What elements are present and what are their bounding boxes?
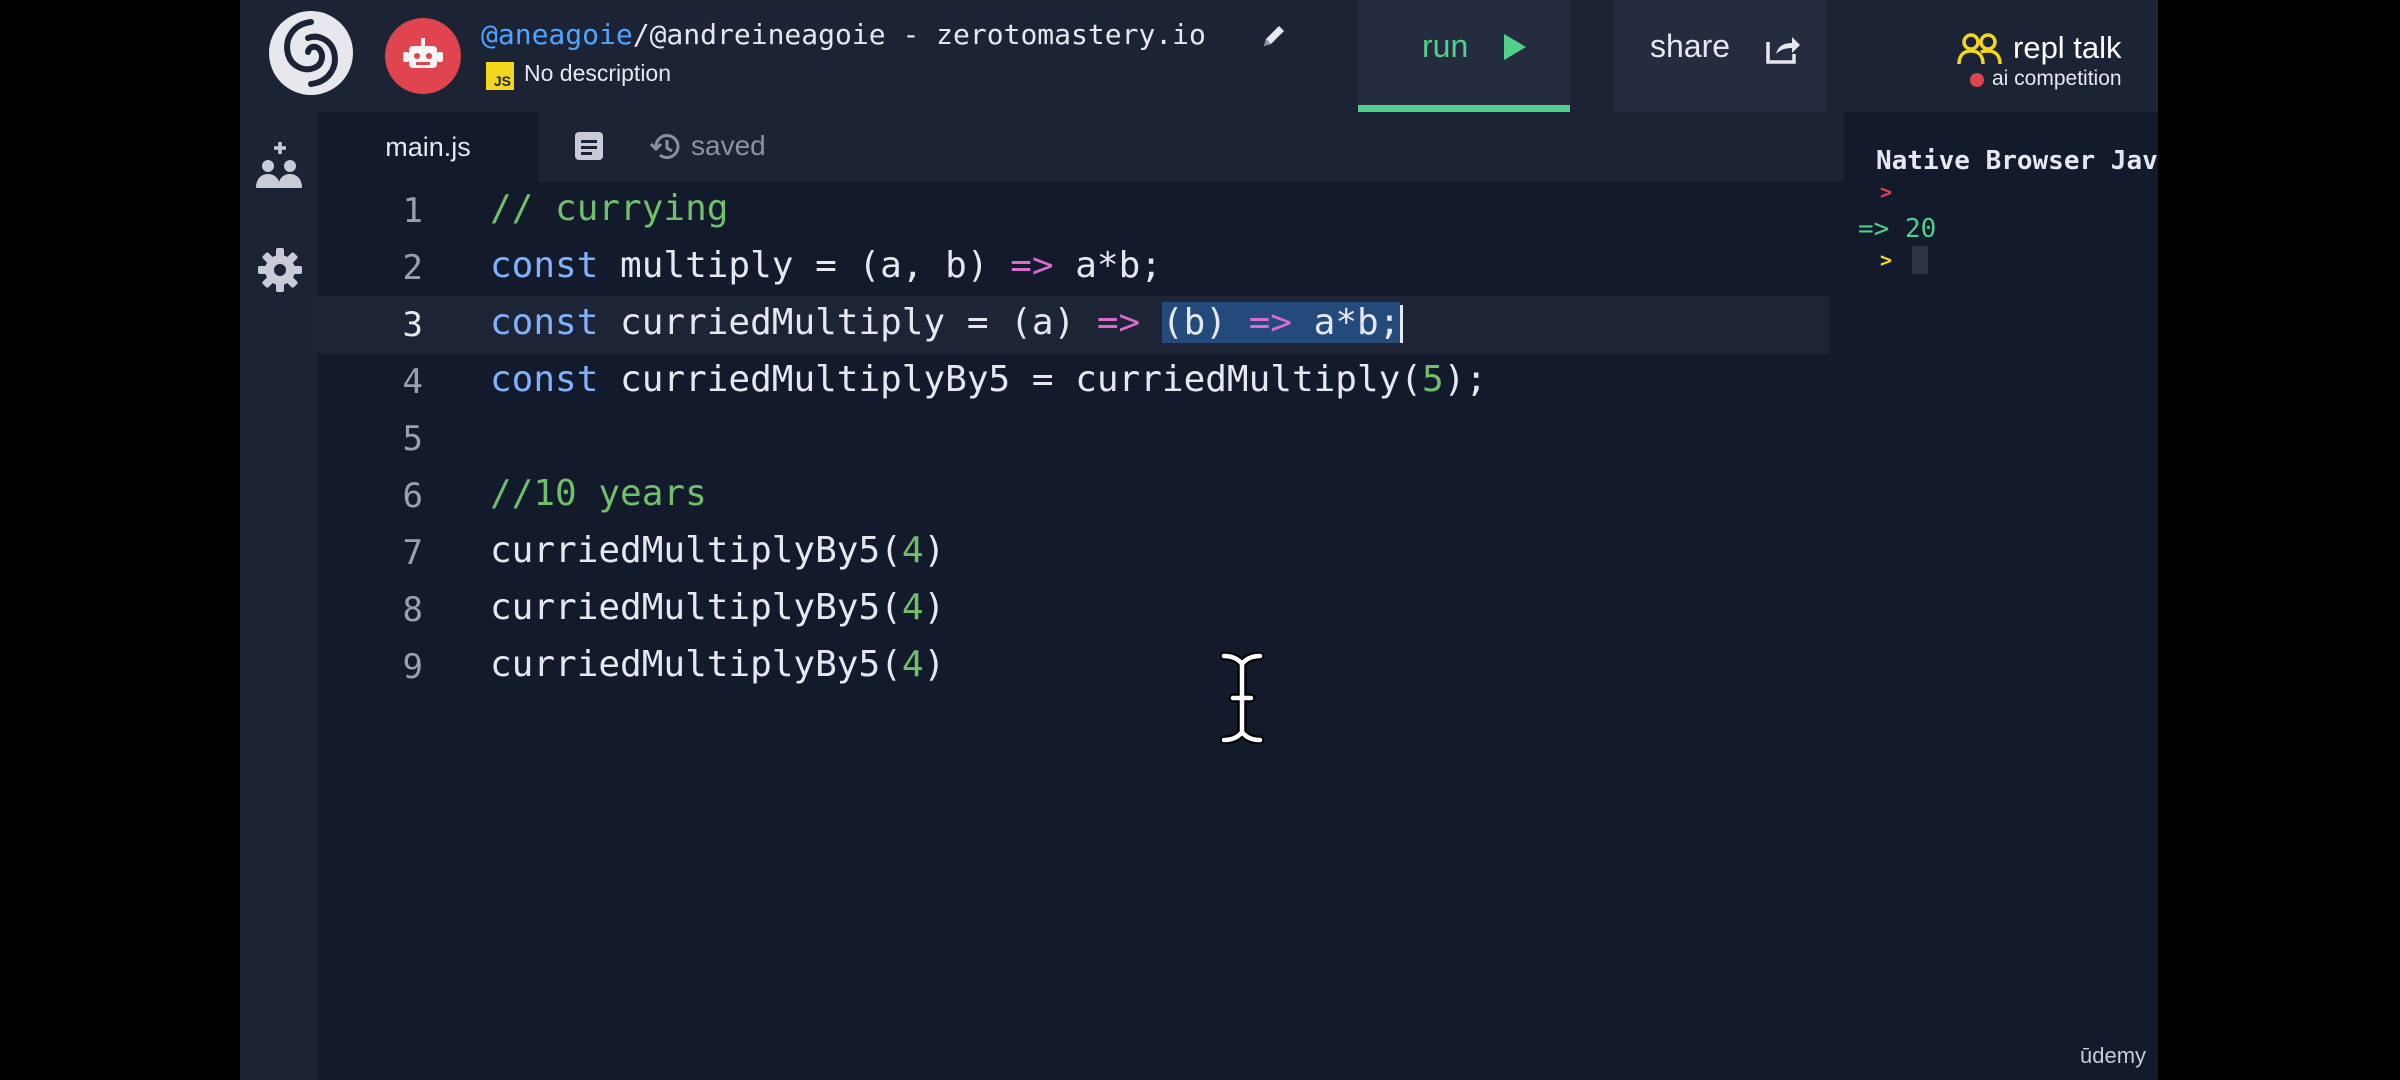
line-number: 5 <box>402 419 423 459</box>
code-line[interactable]: const curriedMultiplyBy5 = curriedMultip… <box>490 359 1487 400</box>
number-literal: 5 <box>1421 359 1444 400</box>
code-text: curriedMultiplyBy5( <box>490 530 902 571</box>
left-sidebar <box>240 112 320 1080</box>
arrow-operator: => <box>1248 302 1292 343</box>
code-line[interactable]: curriedMultiplyBy5(4) <box>490 530 945 571</box>
code-text: a*b; <box>1053 245 1162 286</box>
number-literal: 4 <box>901 530 924 571</box>
prompt-icon: > <box>1880 180 1893 204</box>
code-text: curriedMultiplyBy5( <box>490 587 902 628</box>
arrow-operator: => <box>1096 302 1141 343</box>
gear-icon[interactable] <box>256 246 304 299</box>
people-icon[interactable] <box>1957 32 2003 71</box>
code-text: ) <box>923 644 946 685</box>
code-line[interactable]: curriedMultiplyBy5(4) <box>490 587 945 628</box>
code-text: multiply = (a, b) <box>598 245 1011 286</box>
code-text: ); <box>1443 359 1488 400</box>
comment: //10 years <box>490 473 707 514</box>
ibeam-cursor-icon <box>1219 651 1265 749</box>
code-line[interactable]: curriedMultiplyBy5(4) <box>490 644 945 685</box>
editor-tab-bar: main.js saved <box>318 112 1848 182</box>
repl-talk-subtitle: ai competition <box>1992 67 2122 90</box>
keyword: const <box>490 359 599 400</box>
code-text: ) <box>923 530 946 571</box>
saved-status: saved <box>691 130 766 161</box>
repl-title[interactable]: @aneagoie/@andreineagoie - zerotomastery… <box>481 18 1206 51</box>
live-dot <box>1970 73 1984 87</box>
javascript-language-badge: JS <box>486 62 514 90</box>
code-line[interactable]: //10 years <box>490 473 707 514</box>
console-input-caret[interactable] <box>1912 246 1928 274</box>
share-icon <box>1766 37 1800 64</box>
code-line[interactable]: // currying <box>490 188 728 229</box>
code-line[interactable]: const multiply = (a, b) => a*b; <box>490 245 1162 286</box>
robot-avatar-icon[interactable] <box>385 18 461 94</box>
code-text: curriedMultiplyBy5 = curriedMultiply( <box>598 359 1422 400</box>
play-icon <box>1504 34 1526 60</box>
line-number: 4 <box>402 362 423 402</box>
selected-text: (b) => a*b; <box>1161 302 1401 343</box>
line-number: 2 <box>402 248 423 288</box>
code-line[interactable]: const curriedMultiply = (a) => (b) => a*… <box>490 302 1404 343</box>
text-caret <box>1400 305 1404 343</box>
keyword: const <box>490 245 599 286</box>
run-button[interactable]: run <box>1358 0 1570 112</box>
tab-main-js-label: main.js <box>385 132 471 162</box>
console-title: Native Browser JavaScript <box>1876 146 2158 176</box>
file-icon[interactable] <box>572 129 606 168</box>
keyword: const <box>490 302 599 343</box>
line-number: 9 <box>402 647 423 687</box>
comment: // currying <box>490 188 729 229</box>
share-button[interactable]: share <box>1614 0 1826 112</box>
code-text: curriedMultiply = (a) <box>598 302 1097 343</box>
number-literal: 4 <box>901 587 924 628</box>
add-user-icon[interactable] <box>256 140 304 197</box>
line-number: 7 <box>402 533 423 573</box>
repl-slug: /@andreineagoie - zerotomastery.io <box>632 18 1206 51</box>
repl-talk-link[interactable]: repl talk <box>2013 30 2122 66</box>
repl-app: @aneagoie/@andreineagoie - zerotomastery… <box>240 0 2158 1080</box>
run-active-indicator <box>1358 105 1570 112</box>
code-editor[interactable]: 1 2 3 4 5 6 7 8 9 // currying const mult… <box>318 182 1830 1080</box>
code-text: curriedMultiplyBy5( <box>490 644 902 685</box>
line-number: 6 <box>402 476 423 516</box>
top-bar: @aneagoie/@andreineagoie - zerotomastery… <box>240 0 2158 112</box>
pencil-icon[interactable] <box>1258 20 1290 52</box>
code-text: a*b; <box>1291 302 1401 343</box>
run-label: run <box>1422 28 1469 64</box>
share-label: share <box>1650 28 1731 64</box>
replit-logo-icon[interactable] <box>266 8 356 98</box>
repl-owner-link[interactable]: @aneagoie <box>481 18 633 51</box>
line-number: 1 <box>402 191 423 231</box>
repl-description[interactable]: No description <box>524 60 671 87</box>
udemy-watermark: ūdemy <box>2080 1043 2147 1068</box>
tab-main-js[interactable]: main.js <box>318 112 538 182</box>
prompt-icon: > <box>1880 248 1893 272</box>
console-result: => 20 <box>1858 214 1937 244</box>
code-text: (b) <box>1161 302 1249 343</box>
code-text: ) <box>923 587 946 628</box>
number-literal: 4 <box>901 644 924 685</box>
line-number: 8 <box>402 590 423 630</box>
history-icon[interactable] <box>648 129 684 170</box>
arrow-operator: => <box>1010 245 1054 286</box>
line-number: 3 <box>402 305 423 345</box>
